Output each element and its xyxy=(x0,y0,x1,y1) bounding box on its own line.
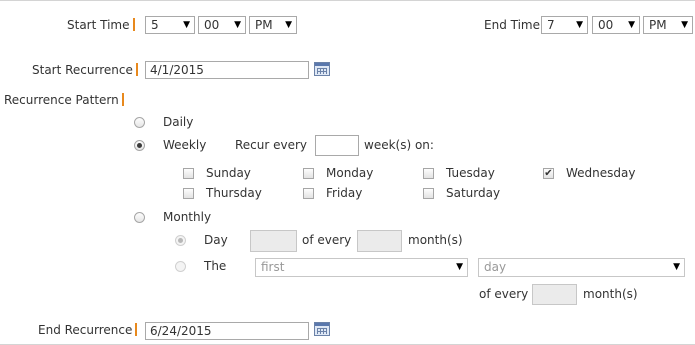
of-every-label: of every xyxy=(302,233,352,247)
end-recurrence-label: End Recurrence xyxy=(38,322,138,338)
chevron-down-icon: ▼ xyxy=(285,20,292,30)
end-minute-select[interactable]: 00 ▼ xyxy=(592,16,640,34)
tuesday-label: Tuesday xyxy=(446,166,495,180)
top-border xyxy=(0,0,695,1)
monthly-radio[interactable] xyxy=(134,212,145,223)
thursday-checkbox[interactable] xyxy=(183,188,194,199)
start-ampm-select[interactable]: PM ▼ xyxy=(249,16,297,34)
sunday-checkbox[interactable] xyxy=(183,168,194,179)
friday-checkbox[interactable] xyxy=(303,188,314,199)
thursday-label: Thursday xyxy=(206,186,262,200)
monthly-months-input-2[interactable] xyxy=(532,284,577,305)
start-recurrence-input[interactable]: 4/1/2015 xyxy=(145,61,309,79)
monday-checkbox[interactable] xyxy=(303,168,314,179)
of-every-label-2: of every xyxy=(479,287,529,301)
end-recurrence-input[interactable]: 6/24/2015 xyxy=(145,322,309,340)
end-hour-select[interactable]: 7 ▼ xyxy=(541,16,588,34)
chevron-down-icon: ▼ xyxy=(681,20,688,30)
chevron-down-icon: ▼ xyxy=(628,20,635,30)
chevron-down-icon: ▼ xyxy=(673,262,680,272)
calendar-icon[interactable] xyxy=(314,322,330,336)
monthly-months-input[interactable] xyxy=(357,230,402,252)
monthly-label: Monthly xyxy=(163,210,212,224)
weekday-select[interactable]: day ▼ xyxy=(478,258,685,277)
wednesday-label: Wednesday xyxy=(566,166,636,180)
required-marker xyxy=(121,93,124,106)
start-minute-select[interactable]: 00 ▼ xyxy=(198,16,246,34)
recur-every-label: Recur every xyxy=(235,138,308,152)
monthly-day-radio[interactable] xyxy=(175,235,186,246)
required-marker xyxy=(132,18,135,31)
wednesday-checkbox[interactable] xyxy=(543,168,554,179)
chevron-down-icon: ▼ xyxy=(234,20,241,30)
saturday-label: Saturday xyxy=(446,186,501,200)
weekly-radio[interactable] xyxy=(134,140,145,151)
saturday-checkbox[interactable] xyxy=(423,188,434,199)
weekly-label: Weekly xyxy=(163,138,207,152)
end-time-label: End Time xyxy=(484,17,545,33)
recurrence-pattern-label: Recurrence Pattern xyxy=(4,92,124,108)
tuesday-checkbox[interactable] xyxy=(423,168,434,179)
monday-label: Monday xyxy=(326,166,374,180)
calendar-icon[interactable] xyxy=(314,62,330,76)
chevron-down-icon: ▼ xyxy=(183,20,190,30)
end-ampm-select[interactable]: PM ▼ xyxy=(643,16,693,34)
sunday-label: Sunday xyxy=(206,166,251,180)
monthly-the-radio[interactable] xyxy=(175,261,186,272)
chevron-down-icon: ▼ xyxy=(456,262,463,272)
ordinal-select[interactable]: first ▼ xyxy=(255,258,468,277)
required-marker xyxy=(135,63,138,76)
daily-radio[interactable] xyxy=(134,117,145,128)
monthly-day-label: Day xyxy=(204,233,228,247)
months-label: month(s) xyxy=(408,233,463,247)
start-time-label: Start Time xyxy=(67,17,135,33)
start-recurrence-label: Start Recurrence xyxy=(32,62,138,78)
weeks-on-label: week(s) on: xyxy=(364,138,434,152)
required-marker xyxy=(135,323,138,336)
friday-label: Friday xyxy=(326,186,363,200)
chevron-down-icon: ▼ xyxy=(576,20,583,30)
recur-every-weeks-input[interactable] xyxy=(315,135,359,156)
monthly-day-input[interactable] xyxy=(250,230,297,252)
daily-label: Daily xyxy=(163,115,194,129)
start-hour-select[interactable]: 5 ▼ xyxy=(145,16,195,34)
monthly-the-label: The xyxy=(204,259,227,273)
months-label-2: month(s) xyxy=(583,287,638,301)
